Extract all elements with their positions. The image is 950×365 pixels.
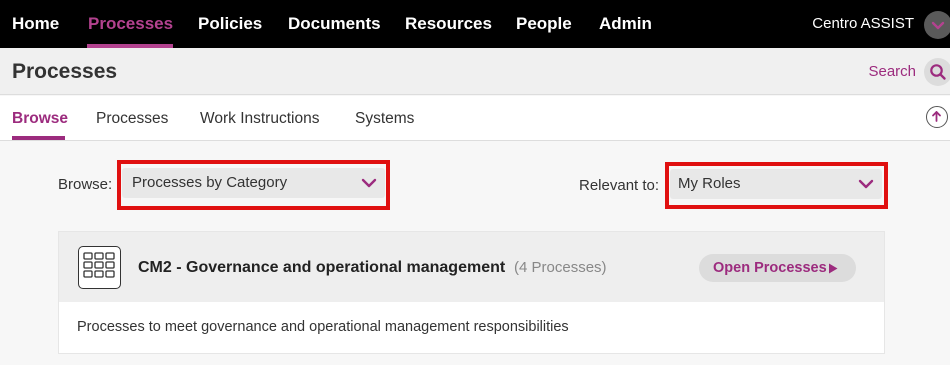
- browse-select[interactable]: Processes by Category: [122, 168, 385, 198]
- tab-bar: Browse Processes Work Instructions Syste…: [0, 96, 950, 141]
- chevron-down-icon: [931, 21, 945, 30]
- tab-active-indicator: [12, 136, 65, 140]
- open-processes-button[interactable]: Open Processes: [699, 254, 856, 282]
- tab-systems[interactable]: Systems: [355, 96, 414, 141]
- tab-work-instructions[interactable]: Work Instructions: [200, 96, 319, 141]
- search-icon: [930, 64, 946, 80]
- play-arrow-icon: [829, 263, 838, 274]
- chevron-down-icon: [858, 179, 874, 189]
- nav-item-policies[interactable]: Policies: [198, 0, 262, 48]
- relevant-label: Relevant to:: [579, 177, 660, 194]
- tab-processes[interactable]: Processes: [96, 96, 168, 141]
- tab-browse[interactable]: Browse: [12, 96, 68, 141]
- nav-item-people[interactable]: People: [516, 0, 572, 48]
- browse-label: Browse:: [58, 176, 113, 193]
- chevron-down-icon: [361, 178, 377, 188]
- user-menu-label[interactable]: Centro ASSIST: [812, 0, 914, 48]
- nav-item-documents[interactable]: Documents: [288, 0, 381, 48]
- search-button[interactable]: [924, 58, 950, 86]
- category-description: Processes to meet governance and operati…: [77, 319, 569, 335]
- grid-icon: [78, 246, 121, 289]
- category-card: CM2 - Governance and operational managem…: [58, 231, 885, 354]
- nav-item-admin[interactable]: Admin: [599, 0, 652, 48]
- open-processes-label: Open Processes: [713, 260, 827, 276]
- category-card-header: CM2 - Governance and operational managem…: [59, 232, 884, 302]
- upload-icon: [932, 111, 941, 122]
- process-count: (4 Processes): [514, 259, 607, 276]
- nav-item-resources[interactable]: Resources: [405, 0, 492, 48]
- relevant-select-value: My Roles: [678, 175, 741, 192]
- top-nav: Home Processes Policies Documents Resour…: [0, 0, 950, 48]
- page-header: Processes Search: [0, 48, 950, 95]
- browse-select-value: Processes by Category: [132, 174, 288, 191]
- nav-item-processes[interactable]: Processes: [88, 0, 173, 48]
- user-menu-button[interactable]: [924, 11, 950, 39]
- page-title: Processes: [12, 60, 118, 83]
- nav-item-home[interactable]: Home: [12, 0, 59, 48]
- upload-button[interactable]: [926, 106, 948, 128]
- search-link[interactable]: Search: [868, 48, 916, 95]
- relevant-select[interactable]: My Roles: [670, 169, 882, 199]
- category-title[interactable]: CM2 - Governance and operational managem…: [138, 232, 505, 303]
